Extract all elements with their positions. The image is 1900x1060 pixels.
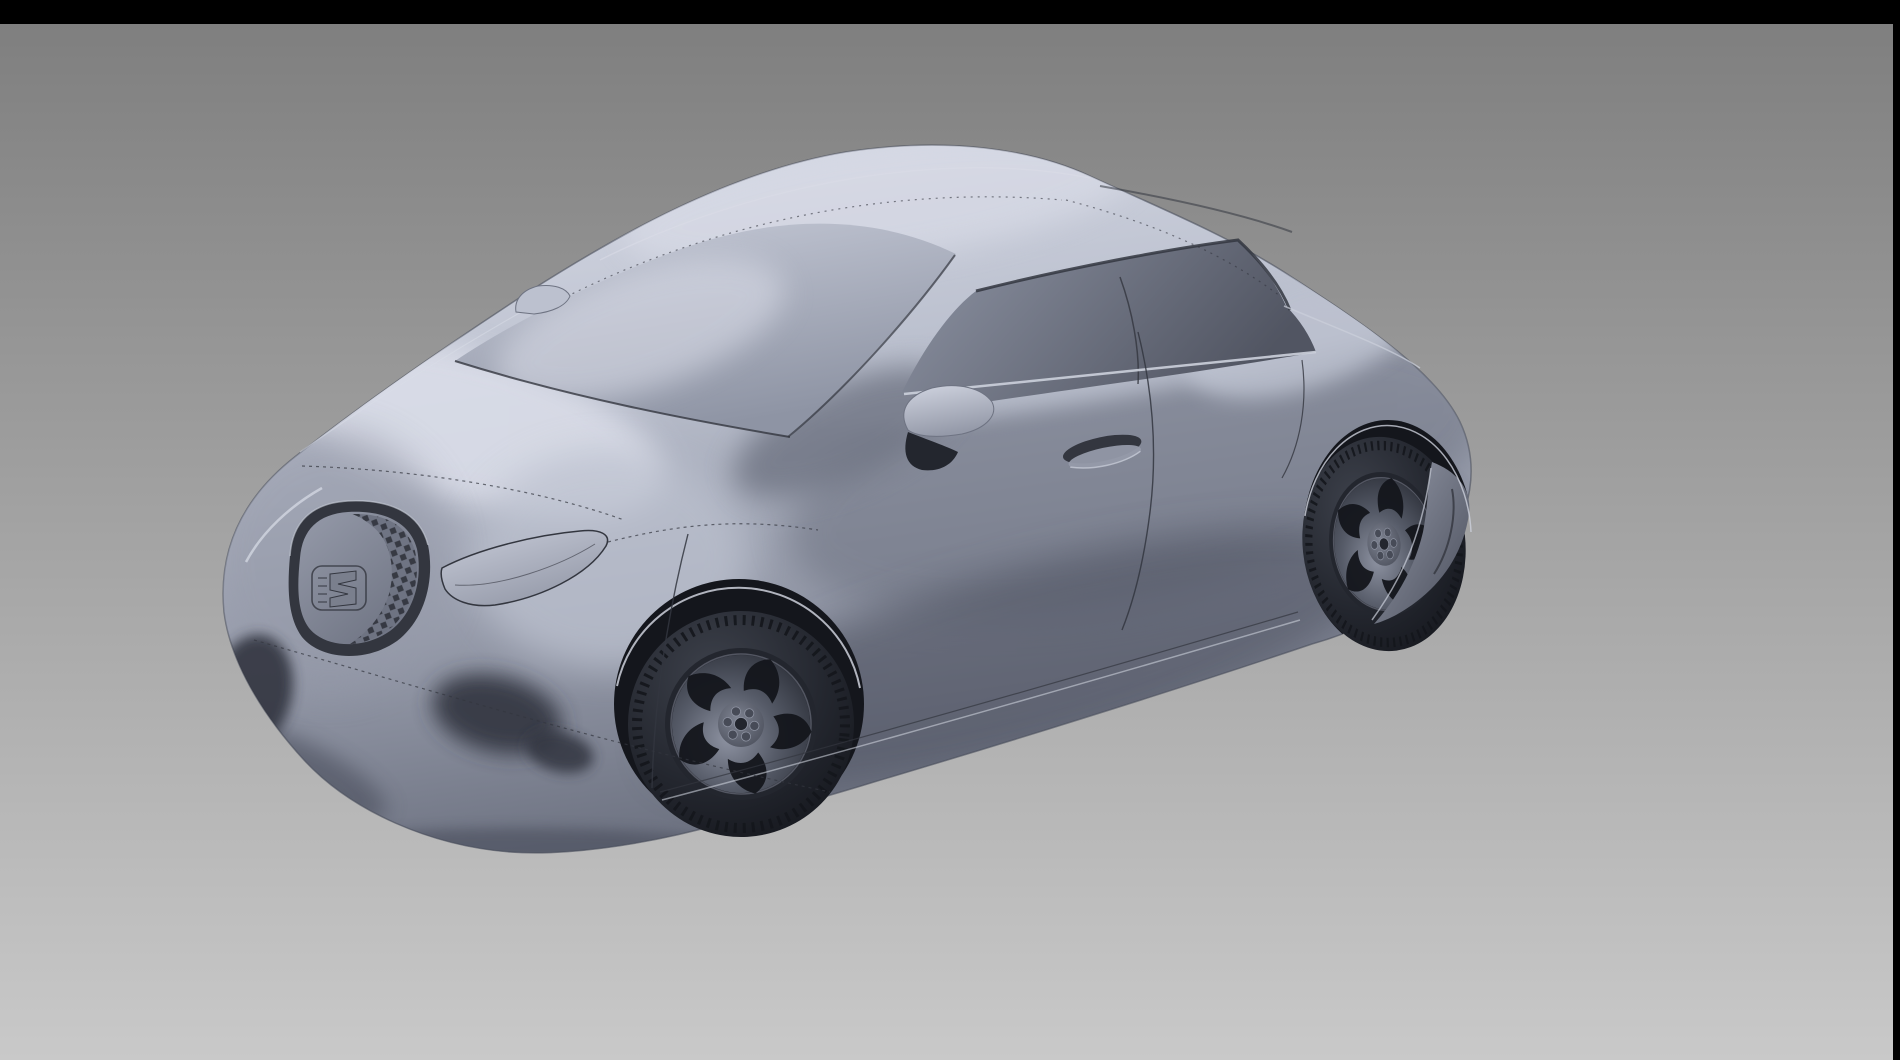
car-render-svg xyxy=(0,24,1893,1060)
3d-viewport[interactable] xyxy=(0,24,1893,1060)
badge-s-glyph xyxy=(330,571,356,607)
right-black-bar xyxy=(1893,0,1900,1060)
screen xyxy=(0,0,1900,1060)
car-model[interactable] xyxy=(201,104,1519,864)
top-black-bar xyxy=(0,0,1900,24)
shading-blob xyxy=(320,828,720,864)
